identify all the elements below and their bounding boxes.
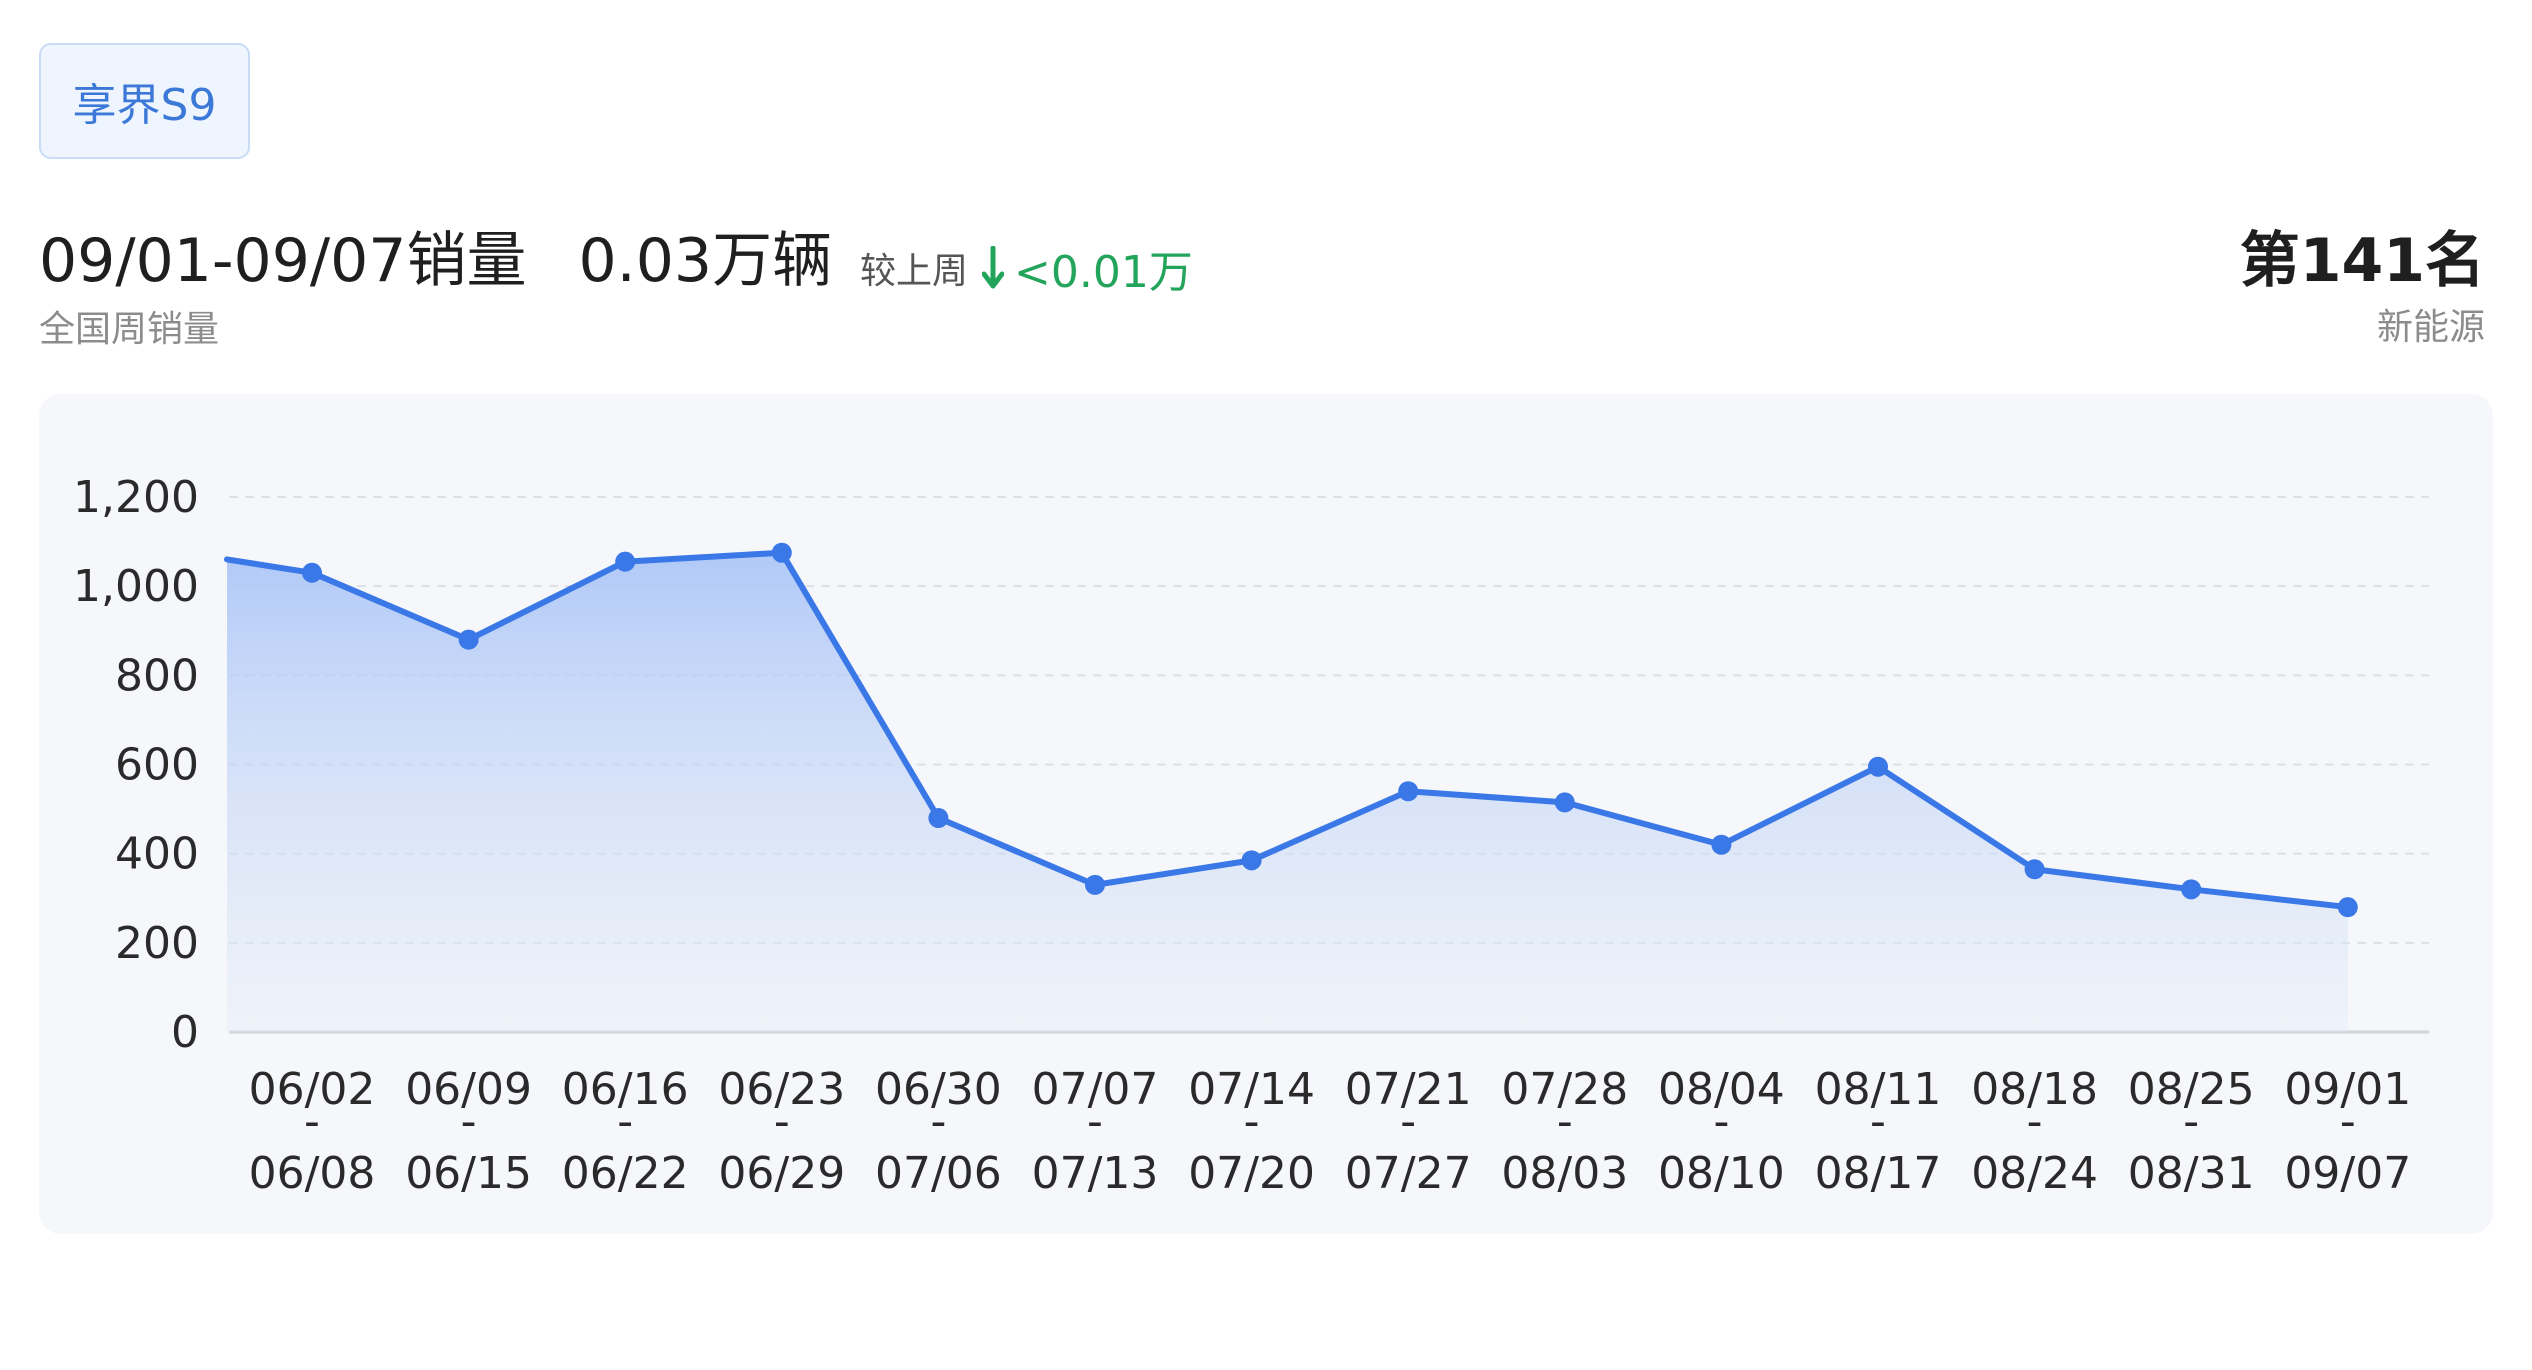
data-point	[2024, 859, 2045, 880]
x-tick-label-line: -	[461, 1096, 477, 1147]
data-point	[2181, 879, 2202, 900]
week-compare: 较上周 <0.01万	[860, 236, 1193, 300]
x-tick-label-line: -	[1087, 1096, 1103, 1147]
x-tick-label-line: 06/22	[562, 1148, 689, 1199]
x-tick-label: 07/28-08/03	[1501, 1064, 1628, 1199]
x-tick-label-line: 06/08	[249, 1148, 376, 1199]
data-point	[1868, 756, 1888, 777]
y-tick-label: 0	[171, 1007, 199, 1058]
weekly-volume: 0.03万辆	[578, 226, 833, 296]
x-tick-label: 08/04-08/10	[1658, 1064, 1785, 1199]
data-point	[1711, 834, 1732, 855]
y-tick-label: 400	[115, 829, 199, 880]
x-tick-label-line: 07/20	[1188, 1148, 1315, 1199]
x-tick-label-line: 07/27	[1345, 1148, 1472, 1199]
x-tick-label-line: -	[2340, 1096, 2356, 1147]
data-point	[302, 562, 322, 583]
x-tick-label-line: 07/06	[875, 1148, 1002, 1199]
rank-category: 新能源	[2376, 307, 2485, 348]
x-tick-label: 06/16-06/22	[562, 1064, 689, 1199]
x-tick-label: 08/25-08/31	[2128, 1064, 2255, 1199]
x-tick-label-line: -	[1400, 1096, 1416, 1147]
data-point	[615, 551, 636, 572]
y-tick-label: 200	[115, 918, 199, 969]
y-tick-label: 800	[115, 650, 199, 701]
data-point	[1554, 792, 1575, 813]
down-arrow-icon	[982, 246, 1005, 289]
x-tick-label-line: -	[1557, 1096, 1573, 1147]
data-point	[1085, 874, 1105, 895]
series-area	[227, 552, 2348, 1032]
x-tick-label-line: 09/07	[2284, 1148, 2411, 1199]
headline: 09/01-09/07销量 0.03万辆	[39, 212, 832, 299]
data-point	[771, 542, 792, 563]
sales-line-chart: 0 200 400 600 800 1,000 1,200 06/02-06/0806/09-…	[73, 472, 2429, 1199]
x-tick-label: 07/07-07/13	[1032, 1064, 1159, 1199]
x-tick-label: 06/09-06/15	[405, 1064, 532, 1199]
x-tick-label-line: 06/29	[718, 1148, 845, 1199]
data-point	[1398, 781, 1419, 802]
period-label: 09/01-09/07销量	[39, 226, 527, 296]
x-tick-label-line: 08/31	[2128, 1148, 2255, 1199]
x-tick-label-line: 07/13	[1032, 1148, 1159, 1199]
x-tick-label: 06/23-06/29	[718, 1064, 845, 1199]
x-tick-label-line: 08/10	[1658, 1148, 1785, 1199]
x-tick-label: 06/02-06/08	[249, 1064, 376, 1199]
rank-position: 第141名	[2239, 226, 2485, 296]
x-tick-label: 06/30-07/06	[875, 1064, 1002, 1199]
x-tick-label-line: -	[2183, 1096, 2199, 1147]
x-tick-label-line: 06/15	[405, 1148, 532, 1199]
data-point	[2337, 897, 2358, 918]
y-tick-label: 600	[115, 740, 199, 791]
x-tick-label-line: -	[617, 1096, 633, 1147]
x-tick-label: 09/01-09/07	[2284, 1064, 2411, 1199]
x-tick-label: 08/18-08/24	[1971, 1064, 2098, 1199]
y-tick-label: 1,200	[73, 472, 199, 523]
subtitle: 全国周销量	[39, 309, 220, 350]
x-tick-label-line: -	[304, 1096, 320, 1147]
x-tick-label-line: -	[1244, 1096, 1260, 1147]
y-tick-label: 1,000	[73, 561, 199, 612]
x-tick-label-line: 08/03	[1501, 1148, 1628, 1199]
data-point	[1241, 850, 1262, 871]
compare-label: 较上周	[860, 251, 969, 292]
x-tick-label-line: -	[930, 1096, 946, 1147]
x-tick-label-line: -	[1713, 1096, 1729, 1147]
x-tick-label-line: -	[2027, 1096, 2043, 1147]
x-tick-label: 08/11-08/17	[1815, 1064, 1942, 1199]
data-point	[458, 629, 479, 650]
data-point	[928, 808, 949, 828]
model-chip[interactable]: 享界S9	[39, 43, 250, 159]
chart-card: 0 200 400 600 800 1,000 1,200 06/02-06/08 06/09-…	[39, 394, 2493, 1234]
x-tick-label: 07/21-07/27	[1345, 1064, 1472, 1199]
x-tick-label-line: 08/17	[1815, 1148, 1942, 1199]
x-tick-label-line: -	[1870, 1096, 1886, 1147]
x-tick-label-line: 08/24	[1971, 1148, 2098, 1199]
delta-value: <0.01万	[1014, 247, 1193, 298]
x-tick-label: 07/14-07/20	[1188, 1064, 1315, 1199]
x-tick-label-line: -	[774, 1096, 790, 1147]
